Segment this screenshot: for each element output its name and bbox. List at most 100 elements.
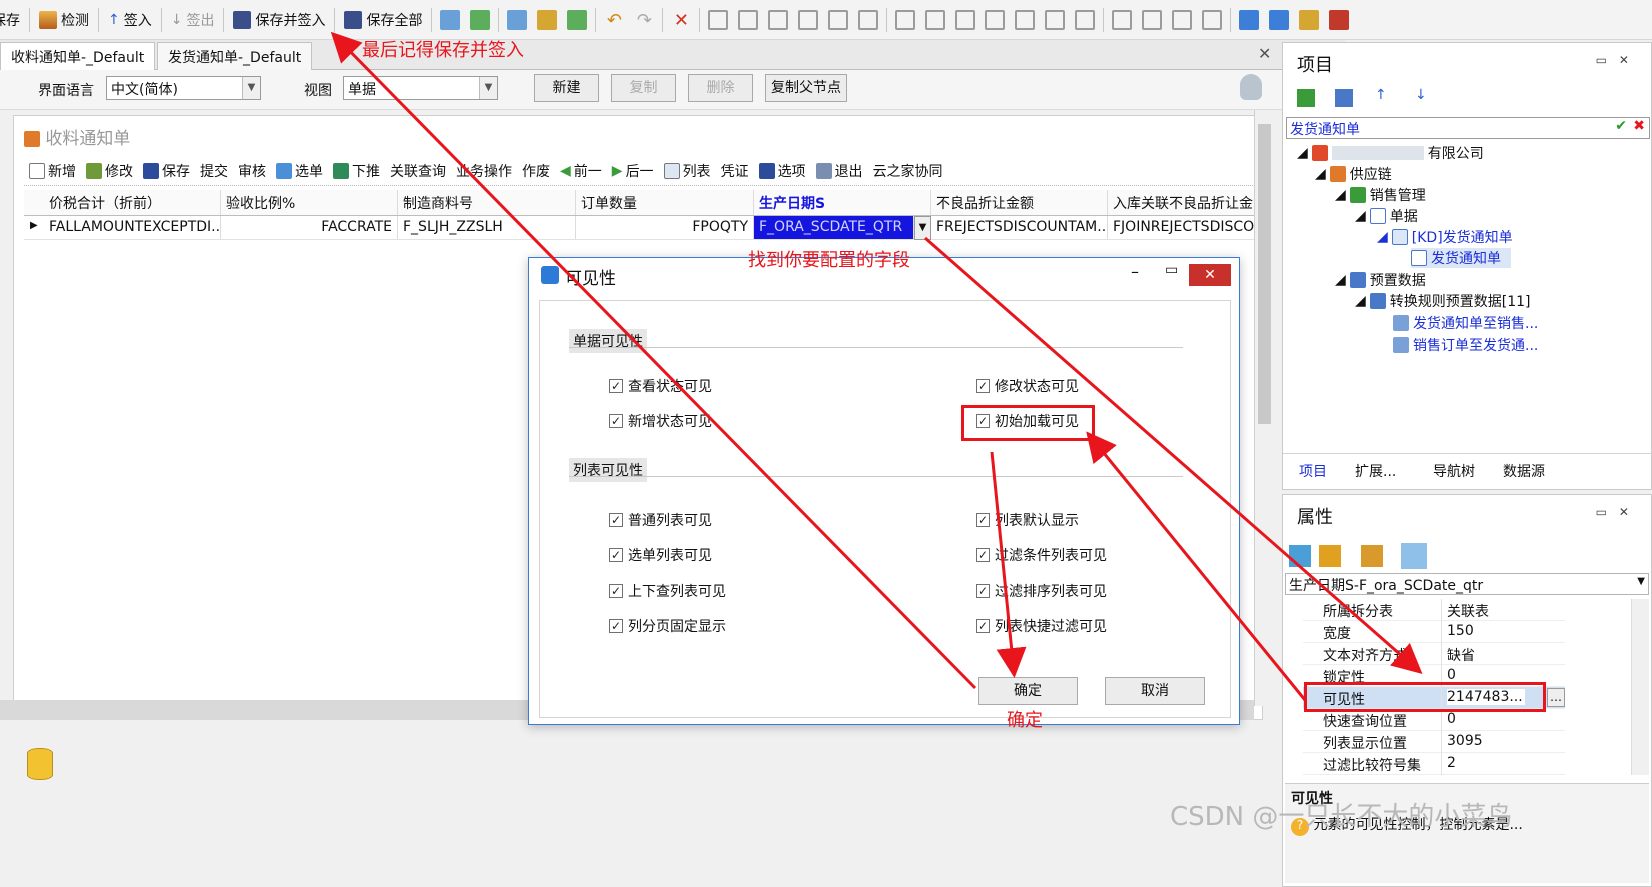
minimize-icon[interactable]: – — [1131, 262, 1139, 281]
align-right-icon[interactable] — [738, 9, 759, 30]
table-cell-selected[interactable]: F_ORA_SCDATE_QTR — [754, 216, 914, 239]
property-pages-icon[interactable] — [1361, 545, 1383, 567]
form-tool-related[interactable]: 关联查询 — [385, 161, 451, 181]
spacing-icon[interactable] — [1045, 9, 1066, 30]
tab-nav-tree[interactable]: 导航树 — [1433, 461, 1475, 481]
column-header[interactable]: 价税合计（折前） — [44, 190, 221, 215]
form-tool-void[interactable]: 作废 — [517, 161, 555, 181]
refresh-icon[interactable] — [1297, 89, 1315, 107]
checkbox-filter-list-visible[interactable]: ✓ 过滤条件列表可见 — [976, 545, 1107, 565]
tree-node[interactable]: ◢ 单据 — [1355, 206, 1418, 226]
tree-node[interactable]: 销售订单至发货通... — [1393, 335, 1538, 355]
tree-node[interactable]: ◢ 供应链 — [1315, 164, 1392, 184]
checkbox-view-visible[interactable]: ✓ 查看状态可见 — [609, 376, 712, 396]
table-cell[interactable]: FPOQTY — [576, 216, 754, 239]
checkbox-select-list-visible[interactable]: ✓ 选单列表可见 — [609, 545, 712, 565]
table-cell[interactable]: FALLAMOUNTEXCEPTDI... — [44, 216, 221, 239]
ellipsis-button[interactable]: … — [1547, 688, 1565, 707]
categorized-icon[interactable] — [1289, 545, 1311, 567]
arrow-up-icon[interactable]: ↑ — [1375, 87, 1387, 103]
align-middle-icon[interactable] — [955, 9, 976, 30]
form-tool-save[interactable]: 保存 — [138, 161, 195, 181]
form-tool-edit[interactable]: 修改 — [81, 161, 138, 181]
close-icon[interactable]: ✕ — [1258, 44, 1271, 63]
form-tool-select[interactable]: 选单 — [271, 161, 328, 181]
tab-extension[interactable]: 扩展... — [1355, 461, 1396, 481]
spacing-icon[interactable] — [828, 9, 849, 30]
checkbox-updown-list-visible[interactable]: ✓ 上下查列表可见 — [609, 581, 726, 601]
new-button[interactable]: 新建 — [534, 74, 599, 102]
tab-project[interactable]: 项目 — [1299, 461, 1327, 481]
spacing-icon[interactable] — [858, 9, 879, 30]
events-icon[interactable] — [1401, 543, 1427, 569]
align-left-icon[interactable] — [708, 9, 729, 30]
redo-icon[interactable]: ↷ — [634, 10, 654, 31]
align-top-icon[interactable] — [895, 9, 916, 30]
view-select[interactable]: 单据 ▼ — [343, 76, 498, 100]
toolbar-save-checkin-button[interactable]: 保存并签入 — [227, 5, 331, 35]
language-select[interactable]: 中文(简体) ▼ — [106, 76, 261, 100]
form-tool-list[interactable]: 列表 — [659, 161, 716, 181]
tab-receive-notice[interactable]: 收料通知单-_Default — [0, 42, 156, 70]
tools-icon[interactable] — [537, 9, 558, 30]
property-row[interactable]: 所属拆分表 关联表 — [1303, 599, 1565, 621]
tab-delivery-notice[interactable]: 发货通知单-_Default — [157, 42, 313, 70]
paste-icon[interactable] — [1269, 9, 1290, 30]
form-tool-audit[interactable]: 审核 — [233, 161, 271, 181]
checkbox-quick-filter-visible[interactable]: ✓ 列表快捷过滤可见 — [976, 616, 1107, 636]
tree-node[interactable]: ◢ 预置数据 — [1335, 270, 1426, 290]
column-header[interactable]: 制造商料号 — [398, 190, 576, 215]
arrow-down-icon[interactable]: ↓ — [1415, 87, 1427, 103]
copy-icon[interactable] — [1239, 9, 1260, 30]
delete-button[interactable]: 删除 — [688, 74, 753, 102]
property-row[interactable]: 快速查询位置 0 — [1303, 709, 1565, 731]
toolbar-checkin-button[interactable]: ↑ 签入 — [102, 5, 158, 35]
spacing-icon[interactable] — [1015, 9, 1036, 30]
form-tool-voucher[interactable]: 凭证 — [716, 161, 754, 181]
tree-node[interactable]: 发货通知单至销售... — [1393, 313, 1538, 333]
tab-datasource[interactable]: 数据源 — [1503, 461, 1545, 481]
column-header[interactable]: 订单数量 — [576, 190, 754, 215]
cancel-button[interactable]: 取消 — [1105, 677, 1205, 705]
layout-icon[interactable] — [1202, 9, 1223, 30]
form-tool-submit[interactable]: 提交 — [195, 161, 233, 181]
checkbox-paging-fixed[interactable]: ✓ 列分页固定显示 — [609, 616, 726, 636]
size-icon[interactable] — [1075, 9, 1096, 30]
toolbar-check-button[interactable]: 检测 — [33, 5, 95, 35]
table-cell[interactable]: F_SLJH_ZZSLH — [398, 216, 576, 239]
checkbox-sort-list-visible[interactable]: ✓ 过滤排序列表可见 — [976, 581, 1107, 601]
toolbar-checkout-button[interactable]: ↓ 签出 — [165, 5, 221, 35]
form-tool-business[interactable]: 业务操作 — [451, 161, 517, 181]
undo-icon[interactable]: ↶ — [604, 10, 624, 31]
checkbox-list-default[interactable]: ✓ 列表默认显示 — [976, 510, 1079, 530]
property-row[interactable]: 过滤比较符号集 2 — [1303, 753, 1565, 775]
table-cell[interactable]: FACCRATE — [221, 216, 398, 239]
table-cell[interactable]: FJOINREJECTSDISCO — [1108, 216, 1259, 239]
checkbox-new-visible[interactable]: ✓ 新增状态可见 — [609, 411, 712, 431]
tree-node[interactable]: ◢ [KD]发货通知单 — [1377, 227, 1513, 247]
toolbar-save-all-button[interactable]: 保存全部 — [338, 5, 428, 35]
vertical-scrollbar[interactable] — [1254, 110, 1274, 706]
layout-icon[interactable] — [1112, 9, 1133, 30]
close-icon[interactable]: ✖ — [1633, 118, 1645, 134]
check-icon[interactable]: ✔ — [1615, 118, 1627, 134]
delete-icon[interactable]: ✕ — [671, 10, 691, 31]
search-input[interactable]: 发货通知单 ✔ ✖ — [1286, 117, 1650, 139]
column-header[interactable]: 不良品折让金额 — [931, 190, 1108, 215]
maximize-icon[interactable]: ▭ — [1165, 262, 1178, 278]
form-icon[interactable] — [507, 9, 528, 30]
tree-node[interactable]: ◢ 转换规则预置数据[11] — [1355, 291, 1531, 311]
chevron-down-icon[interactable]: ▼ — [914, 216, 931, 240]
panel-controls-icon[interactable]: ▭✕ — [1596, 505, 1641, 519]
dialog-close-button[interactable]: ✕ — [1189, 264, 1231, 286]
ok-button[interactable]: 确定 — [978, 677, 1078, 705]
property-row[interactable]: 列表显示位置 3095 — [1303, 731, 1565, 753]
property-row[interactable]: 宽度 150 — [1303, 621, 1565, 643]
export-icon[interactable] — [567, 9, 588, 30]
distribute-vertical-icon[interactable] — [985, 9, 1006, 30]
panel-controls-icon[interactable]: ▭✕ — [1596, 53, 1641, 67]
checkbox-edit-visible[interactable]: ✓ 修改状态可见 — [976, 376, 1079, 396]
distribute-icon[interactable] — [798, 9, 819, 30]
copy-button[interactable]: 复制 — [611, 74, 676, 102]
form-tool-push[interactable]: 下推 — [328, 161, 385, 181]
